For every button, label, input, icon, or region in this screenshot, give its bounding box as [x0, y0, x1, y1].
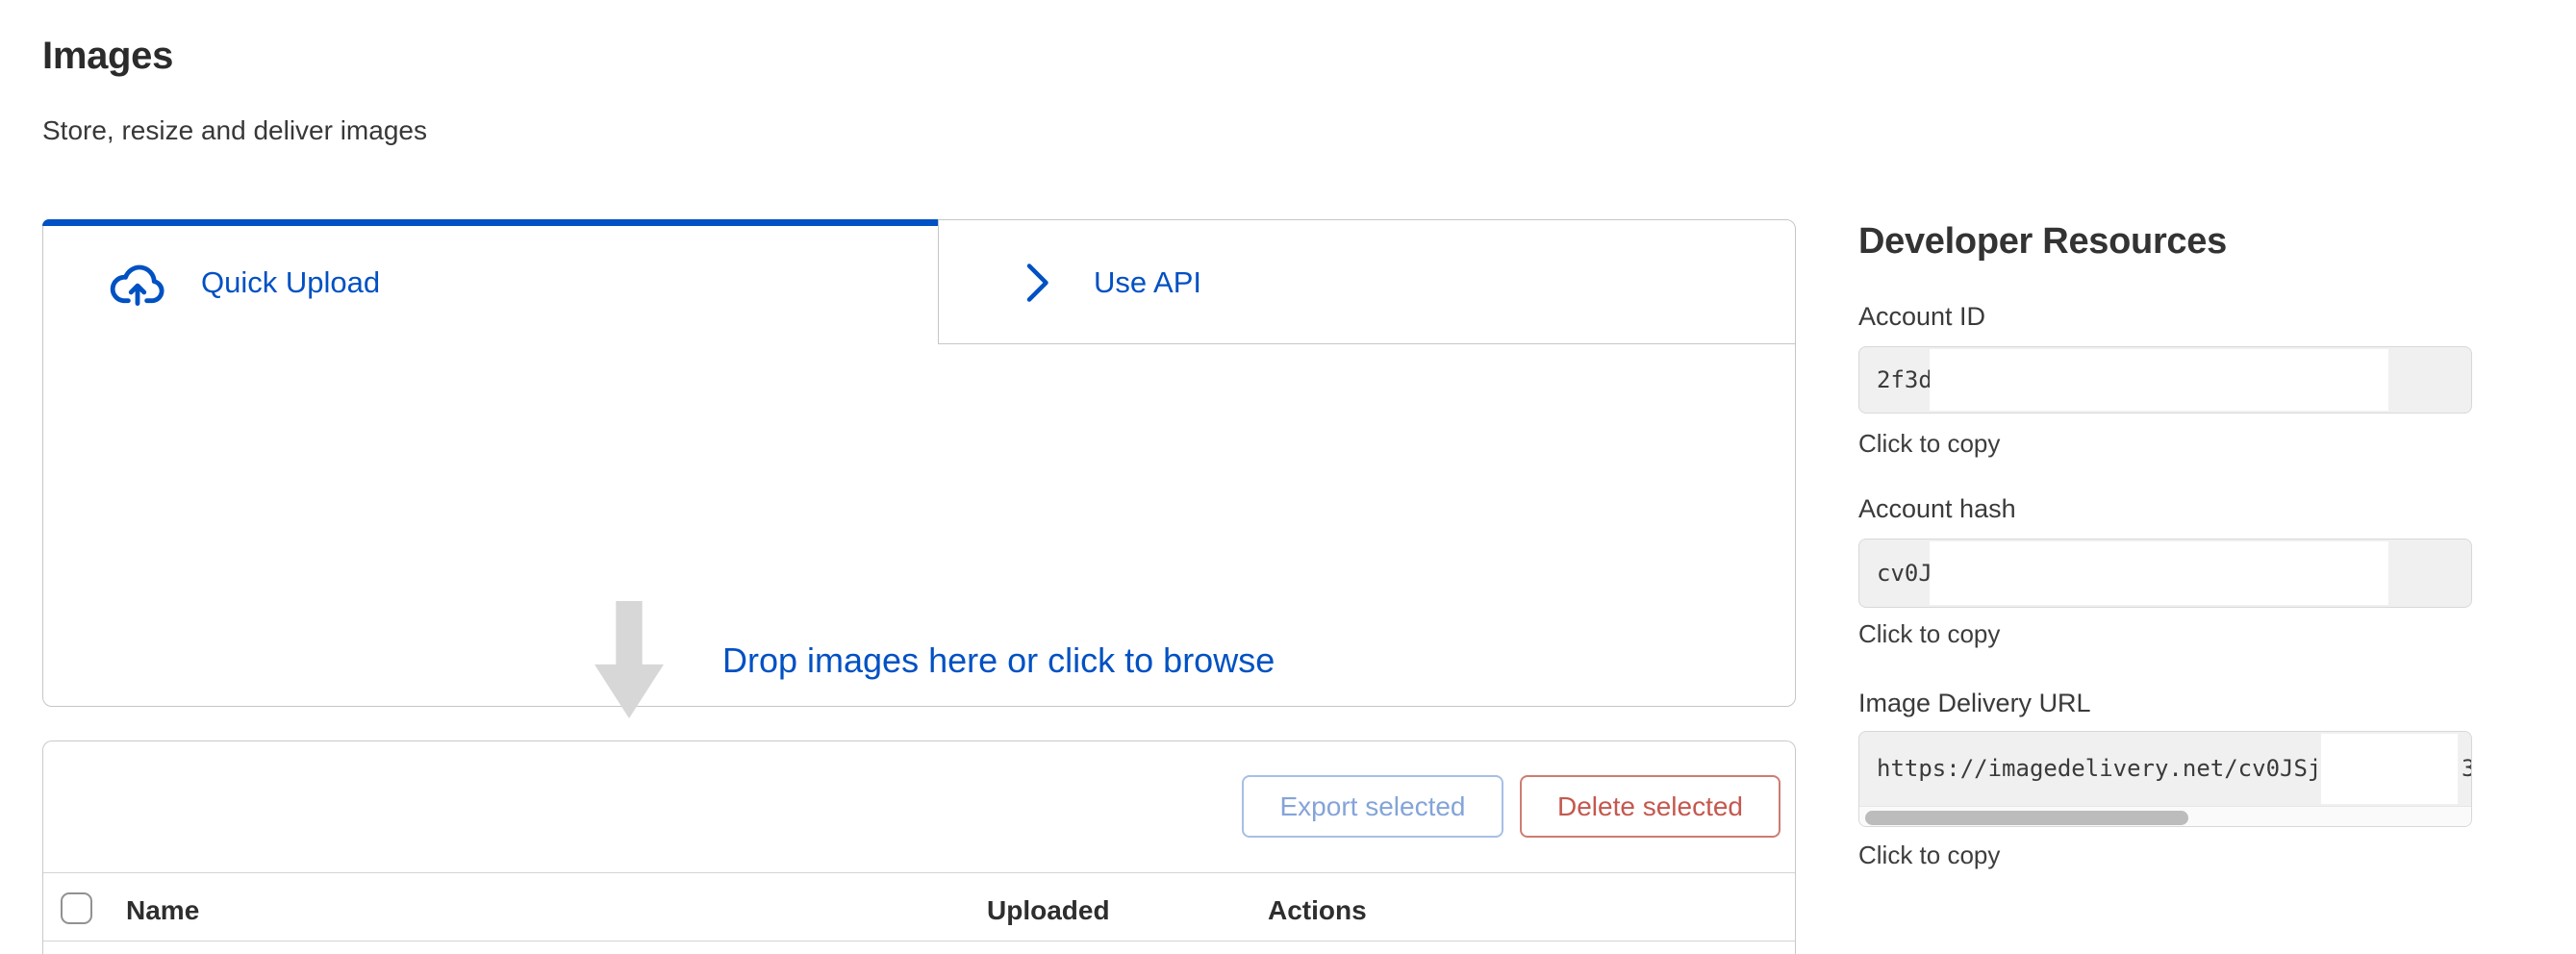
account-hash-redaction: [1930, 541, 2388, 605]
chevron-right-icon: [1009, 256, 1063, 310]
column-header-uploaded: Uploaded: [987, 895, 1110, 926]
column-header-name: Name: [126, 895, 199, 926]
account-hash-copy-hint: Click to copy: [1858, 619, 2000, 649]
tab-use-api[interactable]: Use API: [939, 220, 1796, 344]
select-all-checkbox[interactable]: [61, 892, 92, 924]
horizontal-scrollbar-track[interactable]: [1859, 806, 2471, 827]
developer-resources-title: Developer Resources: [1858, 221, 2227, 263]
arrow-down-icon: [594, 601, 664, 718]
image-delivery-url-value: https://imagedelivery.net/cv0JSj: [1877, 732, 2321, 805]
account-id-value: 2f3d: [1877, 347, 1932, 413]
image-dropzone[interactable]: Drop images here or click to browse: [43, 344, 1795, 706]
account-id-redaction: [1930, 349, 2388, 411]
export-selected-button[interactable]: Export selected: [1242, 775, 1503, 838]
account-id-copy-hint: Click to copy: [1858, 429, 2000, 459]
cloud-upload-icon: [105, 250, 170, 315]
upload-module: Quick Upload Use API Drop images here or…: [42, 219, 1796, 707]
dropzone-label: Drop images here or click to browse: [722, 640, 1275, 681]
account-hash-label: Account hash: [1858, 494, 2016, 524]
horizontal-scrollbar-thumb[interactable]: [1865, 811, 2188, 825]
account-id-field[interactable]: 2f3d: [1858, 346, 2472, 414]
image-delivery-url-tail: 3: [2462, 732, 2472, 805]
page-title: Images: [42, 35, 173, 78]
column-header-actions: Actions: [1268, 895, 1367, 926]
images-list-panel: Export selected Delete selected Name Upl…: [42, 741, 1796, 954]
page-subtitle: Store, resize and deliver images: [42, 115, 427, 146]
account-hash-value: cv0J: [1877, 540, 1932, 607]
image-delivery-url-label: Image Delivery URL: [1858, 689, 2091, 718]
tab-use-api-label: Use API: [1094, 265, 1201, 300]
tab-quick-upload-label: Quick Upload: [201, 265, 380, 300]
image-delivery-url-field[interactable]: https://imagedelivery.net/cv0JSj 3: [1858, 731, 2472, 827]
image-delivery-url-redaction: [2321, 734, 2458, 804]
account-id-label: Account ID: [1858, 302, 1985, 332]
images-page: Images Store, resize and deliver images …: [0, 0, 2576, 954]
image-delivery-url-copy-hint: Click to copy: [1858, 841, 2000, 870]
account-hash-field[interactable]: cv0J: [1858, 539, 2472, 608]
tab-quick-upload[interactable]: Quick Upload: [43, 220, 938, 344]
panel-divider: [43, 872, 1795, 873]
delete-selected-button[interactable]: Delete selected: [1520, 775, 1780, 838]
